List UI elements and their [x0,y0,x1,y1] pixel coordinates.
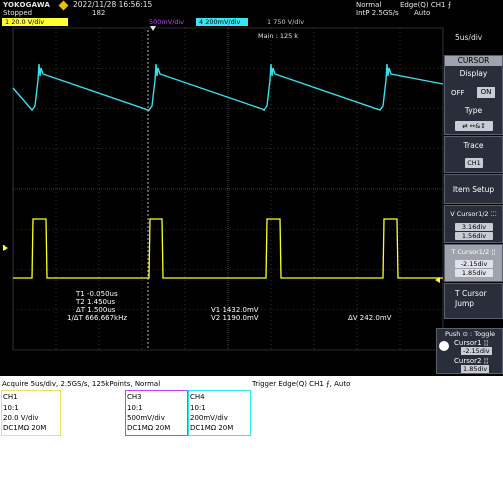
knob-cursor1-value: -2.15div [461,347,492,355]
ch3-info-box: CH3 10:1 500mV/div DC1MΩ 20M [125,390,188,436]
display-off-option[interactable]: OFF [451,89,465,97]
v-cursor-1-value: 3.16div [455,223,493,231]
knob-cursor1-label: Cursor1 ¦¦ [454,339,489,347]
t-cursor-label: T Cursor1/2 ¦¦ [451,248,496,256]
trace-menu[interactable]: Trace CH1 [444,136,503,173]
trigger-info: Trigger Edge(Q) CH1 ⨍, Auto [252,380,351,388]
readout-v1: V1 1432.0mV [211,306,259,314]
item-setup-label: Item Setup [452,185,495,194]
ch3-scale: 500mV/div [127,414,165,422]
readout-delta-t: ΔT 1.500us [76,306,116,314]
t-cursor-jump-button[interactable]: T Cursor Jump [444,283,503,319]
trigger-position-icon [150,26,156,31]
item-setup-button[interactable]: Item Setup [444,174,503,204]
type-label: Type [464,106,483,115]
v-cursor-menu[interactable]: V Cursor1/2 ⁚⁚⁚ 3.16div 1.56div [444,205,503,243]
knob-cursor2-value: 1.85div [461,365,490,373]
ch4-probe: 10:1 [190,404,206,412]
ch1-info-box: CH1 10:1 20.0 V/div DC1MΩ 20M [1,390,61,436]
knob-icon[interactable] [439,341,449,351]
t-cursor-2-value: 1.85div [455,269,493,277]
type-value[interactable]: ⇄ ↔&↕ [455,121,493,131]
cursor-menu-display[interactable]: CURSOR Display OFF ON Type ⇄ ↔&↕ [444,55,503,135]
trace-label: Trace [463,141,484,150]
knob-panel[interactable]: Push ⊙ : Toggle Cursor1 ¦¦ -2.15div Curs… [436,328,503,374]
display-label: Display [459,69,488,78]
setup-info-panel: Acquire 5us/div, 2.5GS/s, 125kPoints, No… [0,376,503,480]
readout-t1: T1 -0.050us [76,290,118,298]
trace-value[interactable]: CH1 [465,158,483,168]
t-cursor-menu[interactable]: T Cursor1/2 ¦¦ -2.15div 1.85div [444,244,503,282]
readout-v2: V2 1190.0mV [211,314,259,322]
v-cursor-2-value: 1.56div [455,232,493,240]
readout-t2: T2 1.450us [76,298,116,306]
main-window-label: Main : 125 k [258,32,298,40]
ch3-probe: 10:1 [127,404,143,412]
display-on-option[interactable]: ON [477,87,495,98]
v-cursor-label: V Cursor1/2 ⁚⁚⁚ [450,210,497,218]
ch3-coupling: DC1MΩ 20M [127,424,171,432]
ch1-scale: 20.0 V/div [3,414,39,422]
push-toggle-label: Push ⊙ : Toggle [445,330,496,338]
ch1-ground-label: 1 [2,244,6,252]
ch1-coupling: DC1MΩ 20M [3,424,47,432]
ch4-title: CH4 [190,393,205,401]
scope-screen: YOKOGAWA Stopped 2022/11/28 16:56:15 182… [0,0,503,376]
cursor-menu-title: CURSOR [445,56,502,66]
t-cursor-1-value: -2.15div [455,260,493,268]
ch1-title: CH1 [3,393,18,401]
ch3-title: CH3 [127,393,142,401]
readout-delta-v: ΔV 242.0mV [348,314,392,322]
knob-cursor2-label: Cursor2 ¦¦ [454,357,489,365]
readout-inverse-delta-t: 1/ΔT 666.667kHz [67,314,128,322]
ch4-coupling: DC1MΩ 20M [190,424,234,432]
ch1-probe: 10:1 [3,404,19,412]
t-cursor-jump-label: T Cursor Jump [455,289,487,308]
acquire-info: Acquire 5us/div, 2.5GS/s, 125kPoints, No… [2,380,161,388]
ch4-info-box: CH4 10:1 200mV/div DC1MΩ 20M [188,390,251,436]
ch4-scale: 200mV/div [190,414,228,422]
